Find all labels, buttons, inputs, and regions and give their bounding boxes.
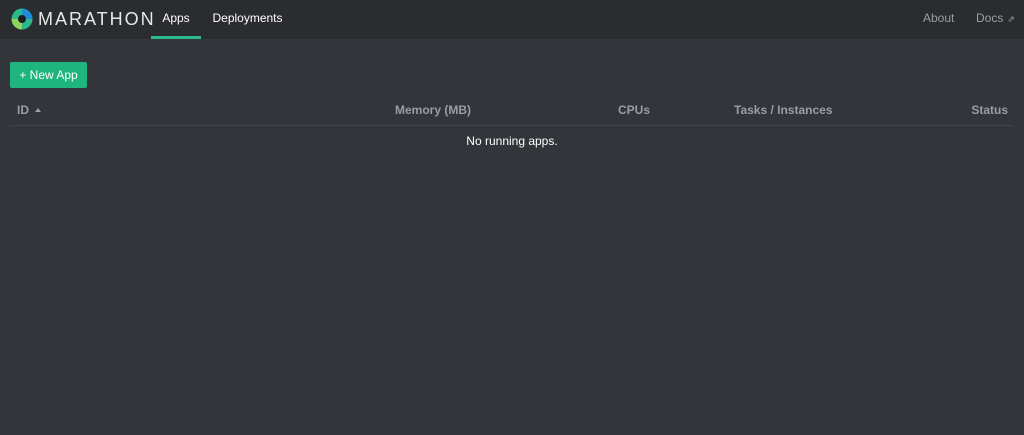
table-header-divider — [10, 125, 1013, 126]
column-header-cpus[interactable]: CPUs — [618, 102, 650, 118]
column-header-tasks-label: Tasks / Instances — [734, 103, 833, 117]
column-header-status[interactable]: Status — [971, 102, 1008, 118]
tab-deployments[interactable]: Deployments — [207, 0, 288, 39]
tab-deployments-label: Deployments — [212, 11, 283, 25]
brand[interactable]: MARATHON — [11, 8, 156, 30]
column-header-id-label: ID — [17, 103, 29, 117]
external-link-icon: ⇗ — [1007, 14, 1015, 24]
docs-link-label: Docs — [976, 11, 1004, 25]
about-link-label: About — [923, 11, 955, 25]
marathon-logo-icon — [11, 8, 33, 30]
new-app-button[interactable]: + New App — [10, 62, 87, 88]
tab-apps-label: Apps — [162, 11, 190, 25]
empty-state-message: No running apps. — [466, 134, 558, 148]
about-link[interactable]: About — [923, 0, 954, 39]
column-header-tasks-instances[interactable]: Tasks / Instances — [734, 102, 833, 118]
tab-apps[interactable]: Apps — [151, 0, 201, 39]
brand-name: MARATHON — [38, 9, 156, 29]
column-header-id[interactable]: ID — [17, 102, 41, 118]
top-navbar: MARATHON Apps Deployments About Docs ⇗ — [0, 0, 1024, 39]
sort-ascending-icon — [35, 108, 41, 112]
column-header-cpus-label: CPUs — [618, 103, 651, 117]
docs-link[interactable]: Docs ⇗ — [976, 0, 1015, 39]
column-header-memory[interactable]: Memory (MB) — [395, 102, 471, 118]
column-header-memory-label: Memory (MB) — [395, 103, 472, 117]
column-header-status-label: Status — [971, 103, 1008, 117]
